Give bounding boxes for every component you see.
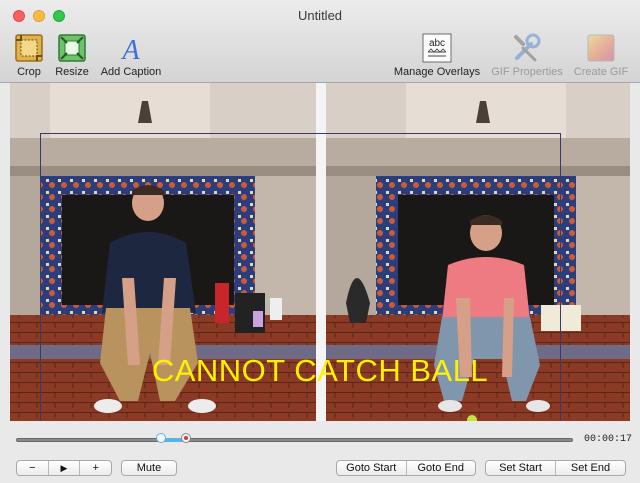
title-toolbar: Untitled Crop Resize A Add Caption abc M…: [0, 0, 640, 83]
timeline-playhead-handle[interactable]: [181, 433, 191, 443]
create-gif-icon: [587, 34, 615, 62]
timeline-start-handle[interactable]: [156, 433, 166, 443]
crop-icon: [15, 34, 43, 62]
manage-overlays-label: Manage Overlays: [393, 66, 481, 78]
resize-label: Resize: [55, 66, 89, 78]
wrench-screwdriver-icon: [514, 33, 541, 62]
gif-properties-label: GIF Properties: [491, 66, 563, 78]
crop-label: Crop: [17, 66, 41, 78]
timeline-slider[interactable]: [16, 433, 573, 444]
zoom-out-button[interactable]: −: [17, 461, 49, 475]
gif-properties-tool-button[interactable]: GIF Properties: [490, 32, 564, 78]
play-button[interactable]: ▶: [49, 461, 81, 475]
svg-text:A: A: [120, 35, 140, 64]
caption-overlay[interactable]: CANNOT CATCH BALL: [10, 353, 630, 389]
caption-letter-icon: A: [120, 35, 140, 64]
play-icon: ▶: [60, 463, 68, 473]
time-readout: 00:00:17: [584, 434, 633, 445]
crop-tool-button[interactable]: Crop: [12, 32, 46, 78]
set-end-button[interactable]: Set End: [556, 461, 625, 475]
window-title: Untitled: [297, 8, 343, 23]
playback-controls: − ▶ +: [16, 460, 112, 476]
manage-overlays-tool-button[interactable]: abc Manage Overlays: [392, 32, 482, 78]
goto-start-button[interactable]: Goto Start: [337, 461, 407, 475]
resize-icon: [58, 34, 86, 62]
mute-button[interactable]: Mute: [121, 460, 177, 476]
set-range-controls: Set Start Set End: [485, 460, 626, 476]
resize-tool-button[interactable]: Resize: [53, 32, 91, 78]
app-window: Untitled Crop Resize A Add Caption abc M…: [0, 0, 640, 483]
goto-controls: Goto Start Goto End: [336, 460, 476, 476]
zoom-in-button[interactable]: +: [80, 461, 111, 475]
timeline-track[interactable]: [16, 438, 573, 442]
overlays-icon-text: abc: [429, 38, 445, 49]
add-caption-label: Add Caption: [100, 66, 162, 78]
create-gif-tool-button[interactable]: Create GIF: [572, 32, 630, 78]
overlays-icon: abc: [422, 33, 452, 63]
set-start-button[interactable]: Set Start: [486, 461, 556, 475]
add-caption-tool-button[interactable]: A Add Caption: [97, 32, 165, 78]
video-preview[interactable]: CANNOT CATCH BALL: [10, 83, 630, 421]
create-gif-label: Create GIF: [573, 66, 629, 78]
goto-end-button[interactable]: Goto End: [407, 461, 476, 475]
